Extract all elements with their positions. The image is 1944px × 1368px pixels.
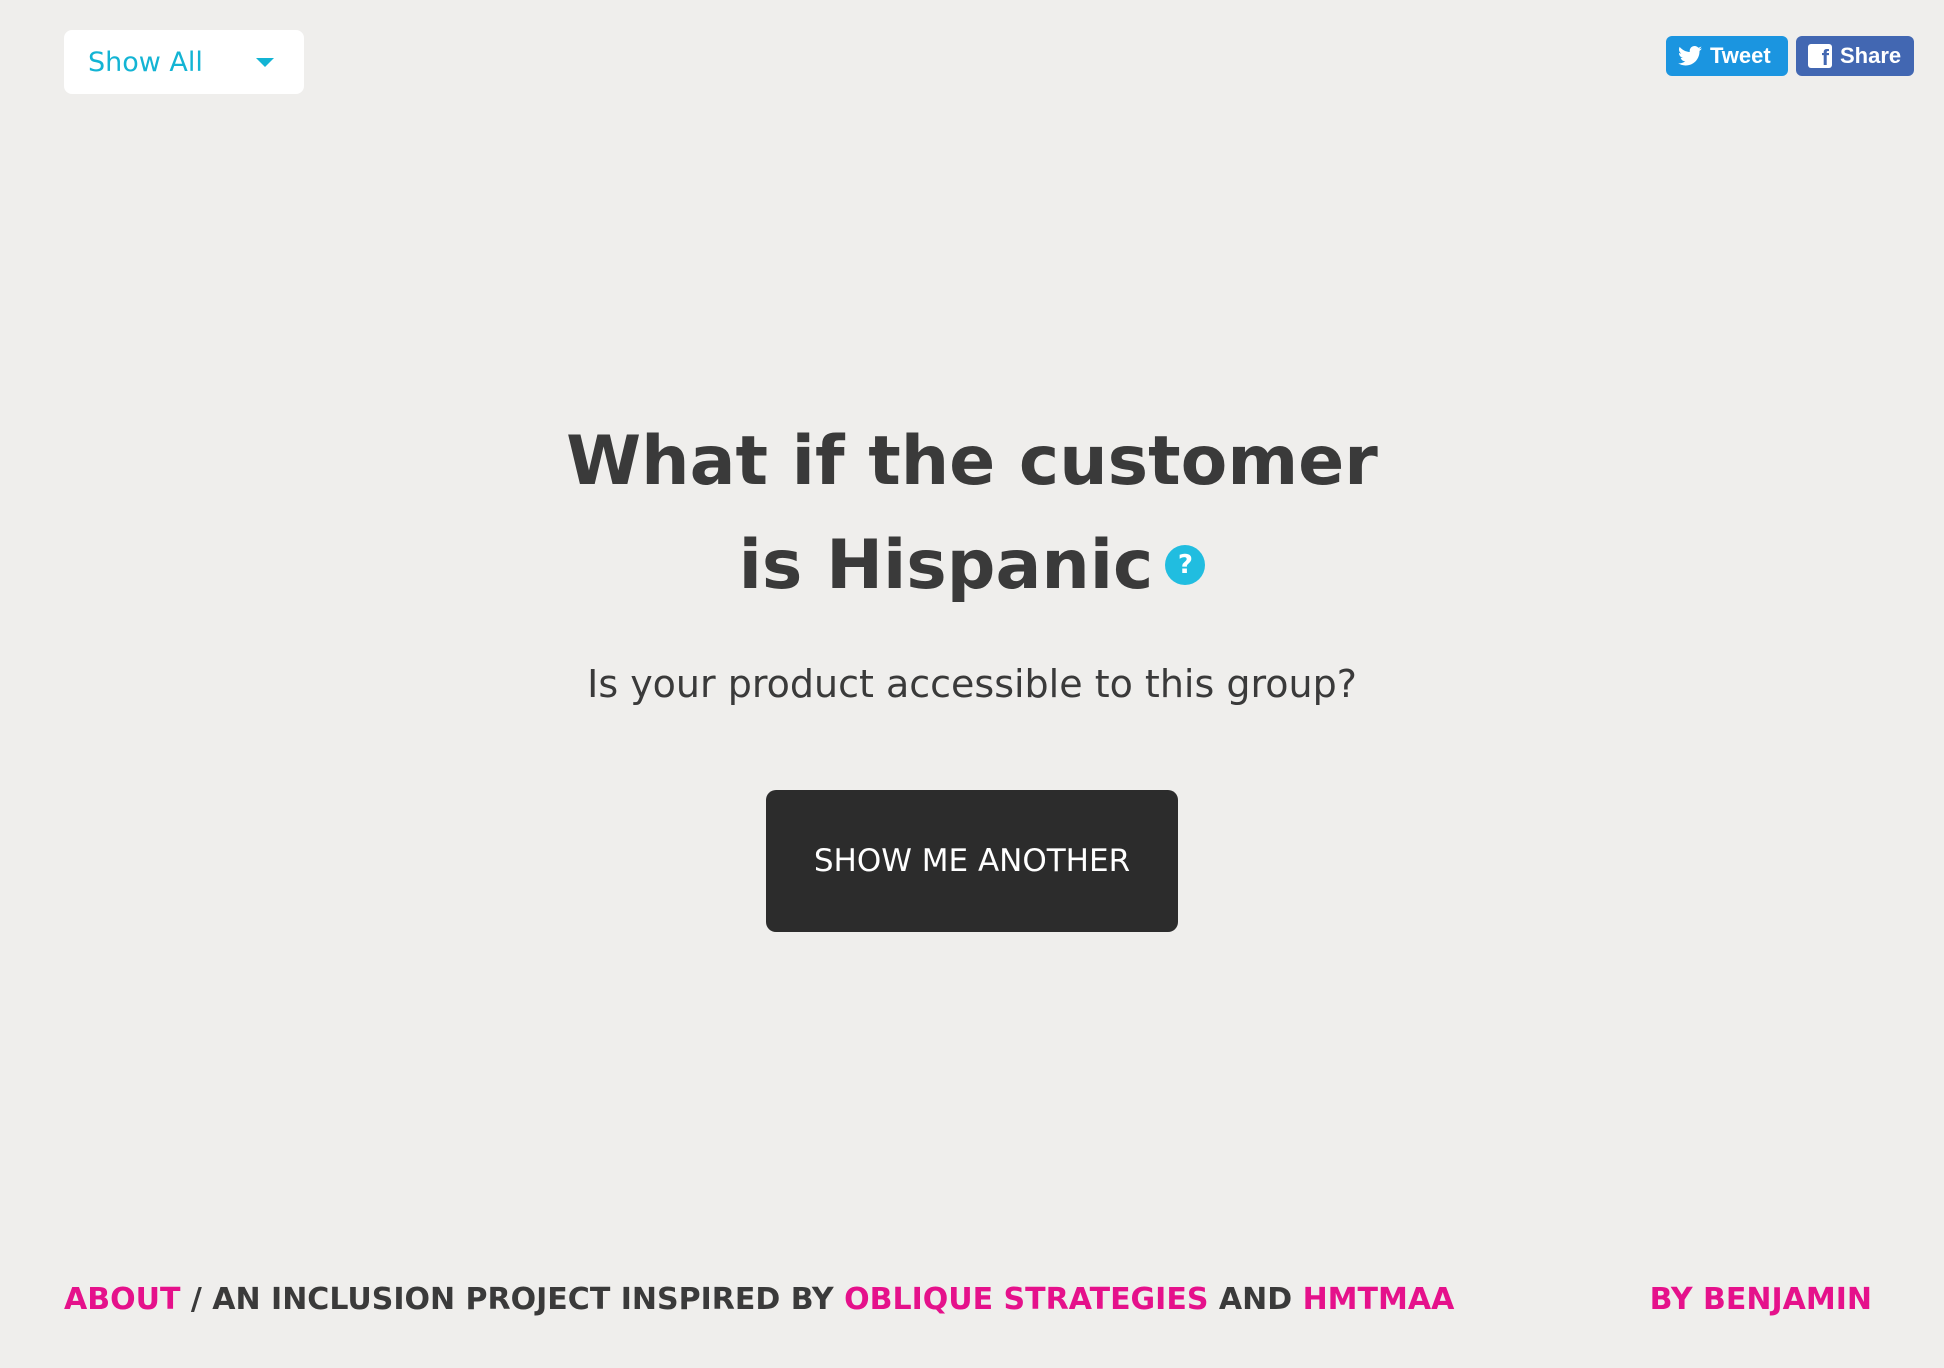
footer: ABOUT / AN INCLUSION PROJECT INSPIRED BY… bbox=[64, 1282, 1872, 1317]
footer-text-inspired: / AN INCLUSION PROJECT INSPIRED BY bbox=[180, 1282, 845, 1317]
twitter-bird-icon bbox=[1678, 46, 1702, 66]
share-button-label: Share bbox=[1840, 43, 1902, 68]
oblique-strategies-link[interactable]: OBLIQUE STRATEGIES bbox=[844, 1282, 1208, 1317]
facebook-icon: f bbox=[1808, 44, 1832, 68]
help-circle-icon[interactable]: ? bbox=[1165, 545, 1206, 586]
hmtmaa-link[interactable]: HMTMAA bbox=[1303, 1282, 1455, 1317]
tweet-button-label: Tweet bbox=[1710, 43, 1771, 68]
filter-dropdown-label: Show All bbox=[88, 46, 203, 78]
author-link[interactable]: BY BENJAMIN bbox=[1650, 1282, 1872, 1317]
chevron-down-icon bbox=[256, 57, 274, 67]
prompt-headline: What if the customer is Hispanic? bbox=[542, 410, 1402, 618]
footer-text-and: AND bbox=[1208, 1282, 1303, 1317]
filter-dropdown[interactable]: Show All bbox=[64, 30, 304, 94]
show-me-another-button[interactable]: SHOW ME ANOTHER bbox=[766, 790, 1178, 932]
social-share-bar: Tweet f Share bbox=[1666, 36, 1914, 76]
prompt-headline-text: What if the customer is Hispanic bbox=[566, 422, 1378, 605]
about-link[interactable]: ABOUT bbox=[64, 1282, 180, 1317]
tweet-button[interactable]: Tweet bbox=[1666, 36, 1788, 76]
prompt-question: Is your product accessible to this group… bbox=[587, 662, 1357, 706]
prompt-card: What if the customer is Hispanic? Is you… bbox=[0, 410, 1944, 932]
footer-credits: ABOUT / AN INCLUSION PROJECT INSPIRED BY… bbox=[64, 1282, 1454, 1317]
facebook-share-button[interactable]: f Share bbox=[1796, 36, 1914, 76]
